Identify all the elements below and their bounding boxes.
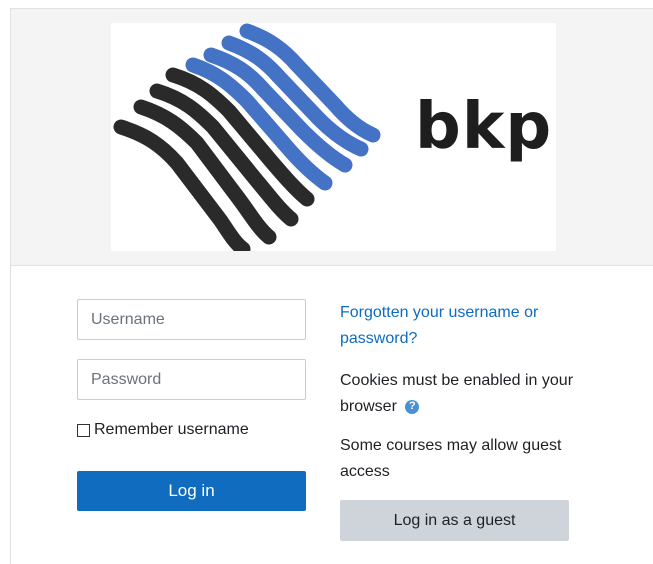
cookies-notice-text: Cookies must be enabled in your browser (340, 372, 574, 415)
logo-header: bkp (11, 9, 653, 266)
guest-login-button[interactable]: Log in as a guest (340, 500, 569, 541)
login-button[interactable]: Log in (77, 471, 306, 511)
checkbox-icon[interactable] (77, 423, 90, 437)
forgot-credentials-link[interactable]: Forgotten your username or password? (340, 300, 580, 352)
password-input[interactable] (77, 359, 306, 400)
guest-access-info: Some courses may allow guest access (340, 437, 562, 480)
remember-username-label: Remember username (94, 421, 249, 438)
remember-username-checkbox[interactable]: Remember username (77, 421, 249, 439)
cookies-notice: Cookies must be enabled in your browser … (340, 368, 580, 420)
username-input[interactable] (77, 299, 306, 340)
site-logo: bkp (111, 23, 556, 251)
help-icon[interactable]: ? (405, 399, 420, 414)
logo-wordmark: bkp (415, 90, 553, 164)
